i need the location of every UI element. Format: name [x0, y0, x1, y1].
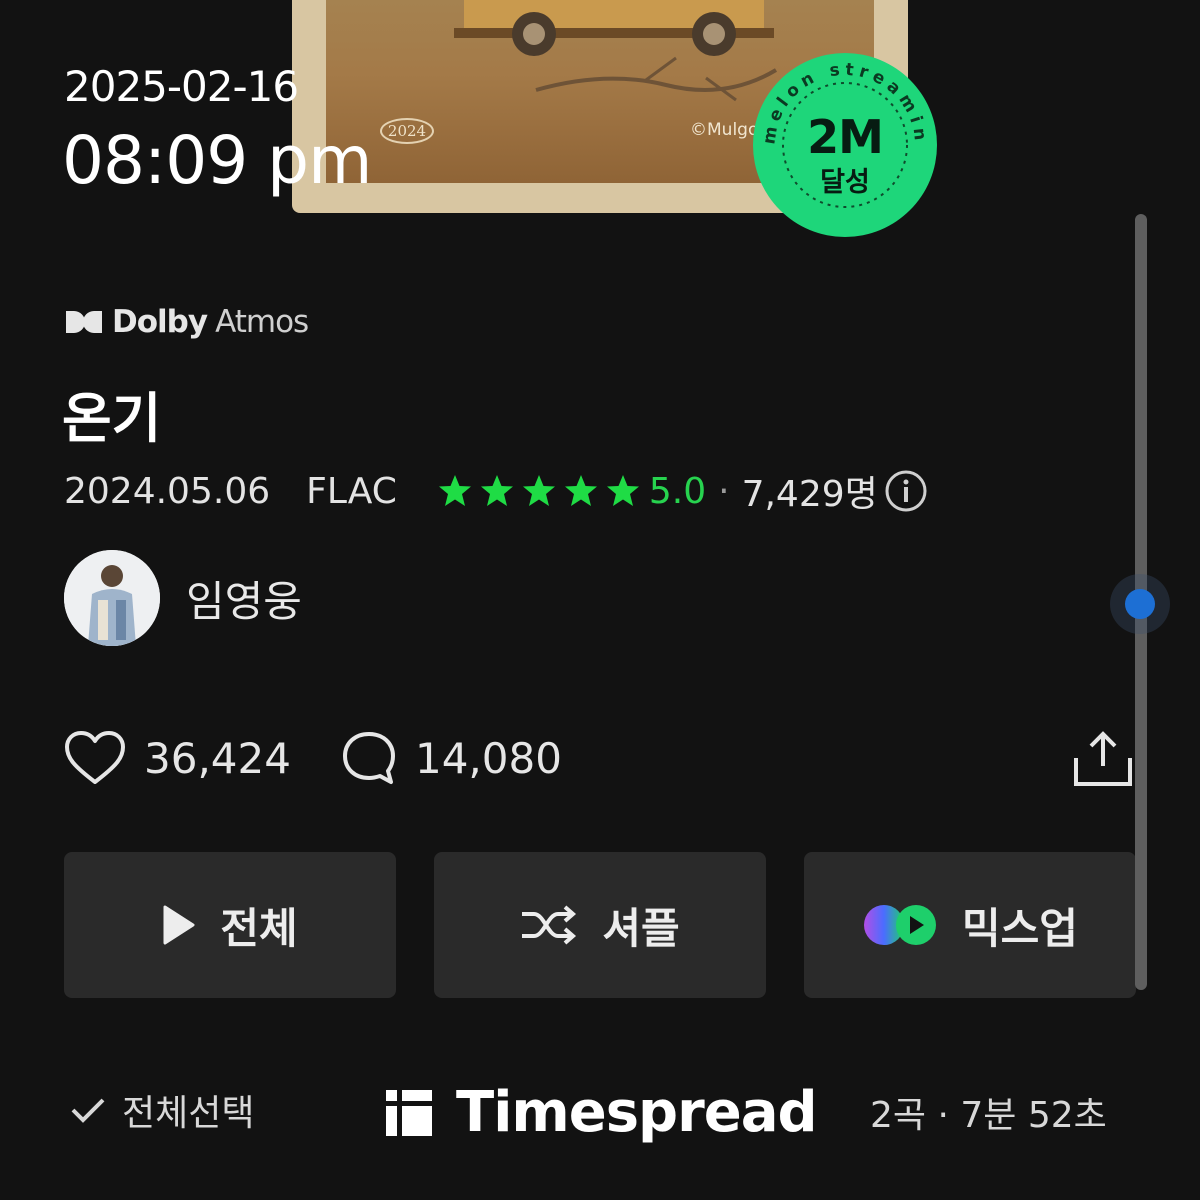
artist-avatar[interactable]: [64, 550, 160, 646]
play-all-label: 전체: [220, 903, 298, 953]
star-icon: [564, 475, 597, 506]
watermark-text: Timespread: [456, 1080, 818, 1145]
scrollbar-thumb-dot[interactable]: [1125, 589, 1155, 619]
artist-name[interactable]: 임영웅: [186, 568, 302, 629]
rating-stars: [437, 473, 641, 509]
mixup-label: 믹스업: [962, 903, 1078, 953]
select-all-label: 전체선택: [122, 1093, 255, 1134]
audio-format: FLAC: [306, 470, 397, 512]
engagement-row: 36,424 14,080: [64, 730, 562, 786]
album-copyright: ©Mulgo: [690, 120, 759, 140]
dolby-label: Dolby: [112, 304, 208, 340]
dolby-icon: [66, 311, 102, 333]
comment-button[interactable]: 14,080: [341, 730, 562, 786]
info-icon[interactable]: [884, 469, 928, 513]
star-icon: [480, 475, 513, 506]
streaming-milestone-badge: melon streaming 2M 달성: [743, 37, 938, 238]
select-all-toggle[interactable]: 전체선택: [70, 1084, 254, 1136]
album-year-stamp: 2024: [380, 118, 434, 144]
like-count: 36,424: [144, 733, 291, 783]
timespread-watermark: Timespread: [384, 1080, 818, 1145]
track-summary: 2곡 · 7분 52초: [870, 1095, 1107, 1136]
star-icon: [522, 475, 555, 506]
dolby-atmos-badge: Dolby Atmos: [64, 304, 309, 340]
scrollbar-thumb[interactable]: [1110, 574, 1170, 634]
album-title: 온기: [62, 387, 162, 450]
comment-icon: [342, 732, 395, 784]
atmos-label: Atmos: [215, 304, 309, 340]
meta-separator: ·: [718, 470, 730, 512]
star-icon: [606, 475, 639, 506]
check-icon: [71, 1098, 105, 1123]
mixup-button[interactable]: 믹스업: [804, 852, 1136, 998]
like-button[interactable]: 36,424: [64, 730, 291, 786]
timespread-logo-icon: [386, 1089, 432, 1136]
share-icon[interactable]: [1072, 728, 1134, 788]
artist-row[interactable]: 임영웅: [64, 550, 302, 646]
play-icon: [163, 905, 195, 945]
overlay-date: 2025-02-16: [64, 62, 299, 111]
mixup-icon: [864, 905, 937, 945]
release-date: 2024.05.06: [64, 470, 271, 512]
shuffle-label: 셔플: [602, 903, 680, 953]
comment-count: 14,080: [414, 733, 562, 783]
branch-graphic: [535, 56, 778, 102]
play-all-button[interactable]: 전체: [64, 852, 396, 998]
star-icon: [438, 475, 471, 506]
badge-main-text: 2M: [807, 110, 884, 164]
shuffle-button[interactable]: 셔플: [434, 852, 766, 998]
album-meta-row: 2024.05.06 FLAC 5.0 · 7,429명: [64, 469, 928, 515]
overlay-time: 08:09 pm: [62, 122, 372, 199]
shuffle-icon: [522, 905, 577, 945]
rating-value: 5.0: [648, 470, 707, 512]
heart-icon: [65, 731, 125, 784]
rating-count: 7,429명: [741, 474, 878, 515]
badge-sub-text: 달성: [820, 167, 870, 198]
